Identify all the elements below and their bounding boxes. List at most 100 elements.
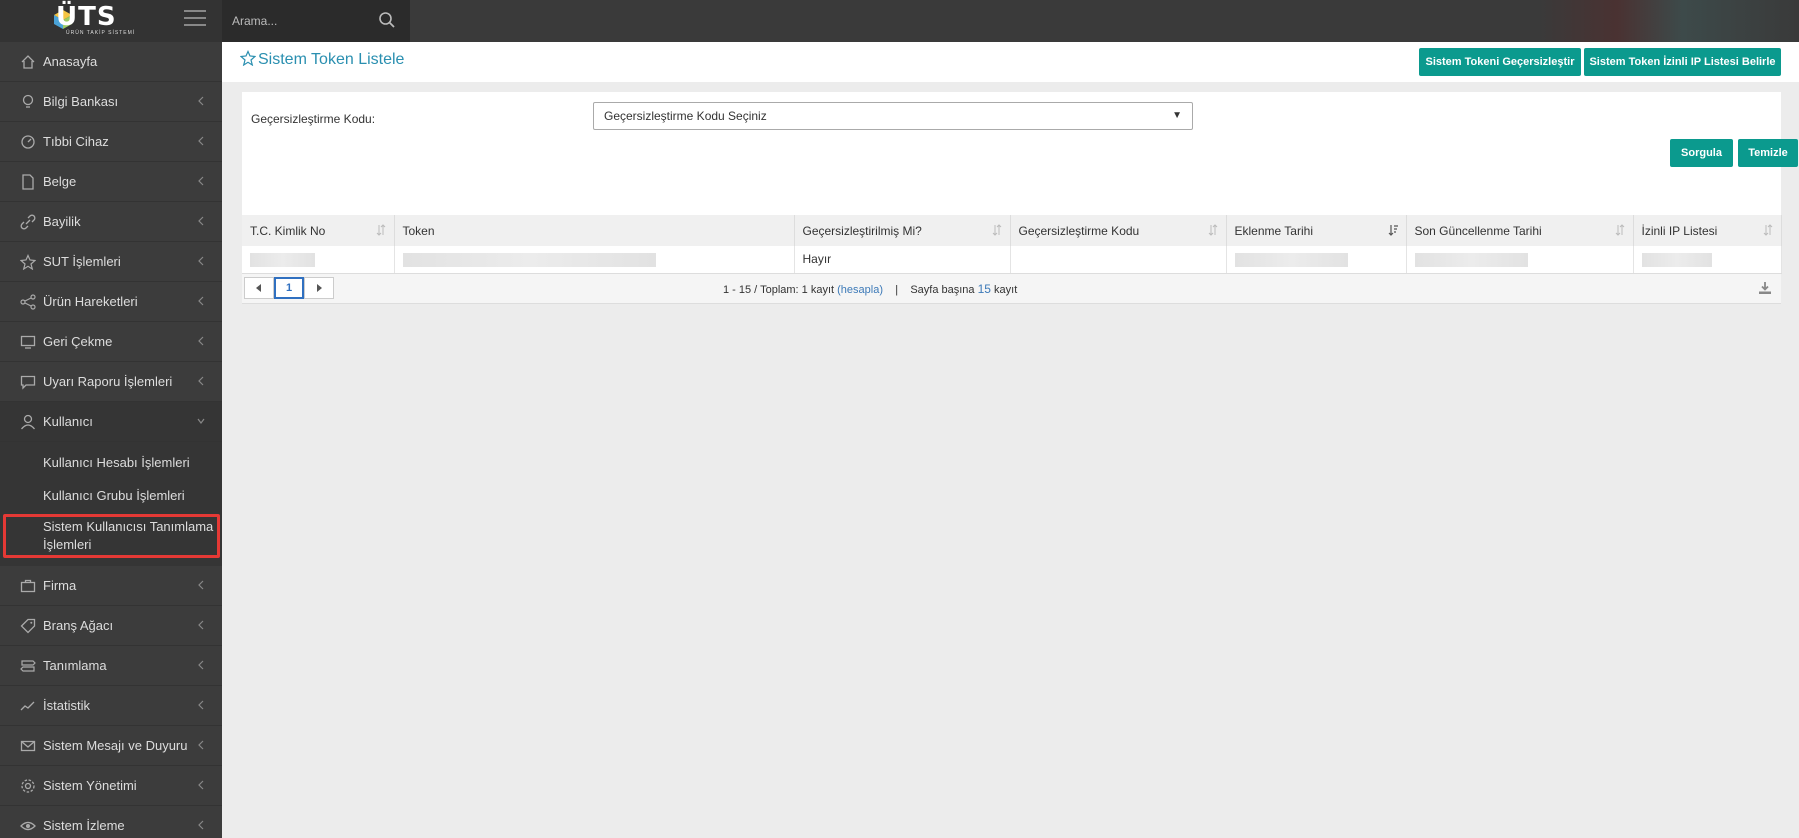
chevron-left-icon [198,620,204,630]
chevron-left-icon [198,740,204,750]
logo-subtitle: ÜRÜN TAKİP SİSTEMİ [66,30,136,36]
clear-button[interactable]: Temizle [1738,139,1798,167]
redacted-value [250,252,315,267]
sidebar-item-uyari-raporu[interactable]: Uyarı Raporu İşlemleri [0,362,222,402]
page-title-text: Sistem Token Listele [258,51,405,68]
sidebar-item-label: Branş Ağacı [43,618,114,633]
sidebar-item-brans-agaci[interactable]: Branş Ağacı [0,606,222,646]
sidebar-item-bilgi-bankasi[interactable]: Bilgi Bankası [0,82,222,122]
home-icon [21,55,35,69]
sidebar-item-tanimlama[interactable]: Tanımlama [0,646,222,686]
column-header-gecersizlestirme-kodu[interactable]: Geçersizleştirme Kodu [1010,215,1227,246]
current-page[interactable]: 1 [274,277,304,299]
record-range: 1 - 15 / Toplam: 1 kayıt [723,284,835,296]
chevron-left-icon [198,136,204,146]
sidebar-item-label: Sistem Yönetimi [43,778,137,793]
sidebar-item-belge[interactable]: Belge [0,162,222,202]
next-page-button[interactable] [304,277,334,299]
user-area[interactable] [1539,0,1799,42]
search-icon[interactable] [378,11,396,29]
invalidation-code-label: Geçersizleştirme Kodu: [251,112,376,126]
cell-gecersizlestirme-kodu [1010,246,1227,274]
sidebar-item-sut-islemleri[interactable]: SUT İşlemleri [0,242,222,282]
sidebar-item-kullanici[interactable]: Kullanıcı [0,402,222,442]
sidebar-item-geri-cekme[interactable]: Geri Çekme [0,322,222,362]
chevron-left-icon [198,700,204,710]
sidebar-item-sistem-mesaji[interactable]: Sistem Mesajı ve Duyuru [0,726,222,766]
sidebar-item-label: Tıbbi Cihaz [43,134,109,149]
caret-down-icon: ▼ [1172,110,1182,121]
chevron-left-icon [198,336,204,346]
sidebar-item-bayilik[interactable]: Bayilik [0,202,222,242]
hamburger-menu-icon[interactable] [184,10,206,28]
per-page-selector[interactable]: 15 [978,282,991,296]
column-header-token[interactable]: Token [394,215,795,246]
column-header-izinli-ip[interactable]: İzinli IP Listesi [1633,215,1782,246]
page-title[interactable]: Sistem Token Listele [240,50,404,69]
column-header-label: Eklenme Tarihi [1234,223,1313,238]
sort-icon[interactable] [992,224,1002,236]
table-row[interactable]: Hayır [242,246,1782,274]
invalidate-token-button[interactable]: Sistem Tokeni Geçersizleştir [1419,48,1581,76]
sidebar-item-label: İstatistik [43,698,90,713]
sidebar-item-sistem-izleme[interactable]: Sistem İzleme [0,806,222,838]
column-header-label: T.C. Kimlik No [250,223,326,238]
column-header-eklenme-tarihi[interactable]: Eklenme Tarihi [1226,215,1407,246]
sort-icon[interactable] [1208,224,1218,236]
top-bar: ÜTS ÜRÜN TAKİP SİSTEMİ [0,0,1799,42]
sidebar-subitem-kullanici-grubu[interactable]: Kullanıcı Grubu İşlemleri [0,479,222,512]
sidebar-subitem-kullanici-hesabi[interactable]: Kullanıcı Hesabı İşlemleri [0,446,222,479]
column-header-label: Geçersizleştirme Kodu [1018,223,1140,238]
sidebar: Anasayfa Bilgi Bankası Tıbbi Cihaz Belge… [0,42,222,838]
sidebar-item-firma[interactable]: Firma [0,566,222,606]
allowed-ip-list-button[interactable]: Sistem Token İzinli IP Listesi Belirle [1584,48,1781,76]
logo-area: ÜTS ÜRÜN TAKİP SİSTEMİ [0,0,222,42]
comment-icon [20,375,36,390]
chevron-left-icon [198,96,204,106]
sidebar-item-label: Sistem İzleme [43,818,125,833]
sort-icon[interactable] [1615,224,1625,236]
redacted-value [1414,252,1528,267]
sidebar-item-anasayfa[interactable]: Anasayfa [0,42,222,82]
column-header-son-guncellenme[interactable]: Son Güncellenme Tarihi [1406,215,1634,246]
sidebar-subitem-sistem-kullanicisi[interactable]: Sistem Kullanıcısı Tanımlama İşlemleri [3,514,220,558]
redacted-value [1641,252,1712,267]
chevron-left-icon [198,216,204,226]
main-content: Sistem Token Listele Sistem Tokeni Geçer… [222,42,1799,838]
column-header-tc-kimlik[interactable]: T.C. Kimlik No [242,215,395,246]
redacted-value [1234,252,1348,267]
caret-left-icon [256,284,261,292]
sidebar-item-tibbi-cihaz[interactable]: Tıbbi Cihaz [0,122,222,162]
caret-right-icon [317,284,322,292]
monitor-icon [20,335,36,349]
invalidation-code-select[interactable]: Geçersizleştirme Kodu Seçiniz ▼ [593,102,1193,130]
sidebar-item-sistem-yonetimi[interactable]: Sistem Yönetimi [0,766,222,806]
lightbulb-icon [22,94,34,108]
user-icon [20,414,36,430]
column-header-label: Son Güncellenme Tarihi [1414,223,1542,238]
chevron-left-icon [198,660,204,670]
logo[interactable]: ÜTS [56,2,117,32]
calculate-link[interactable]: (hesapla) [837,284,883,296]
kullanici-submenu: Kullanıcı Hesabı İşlemleri Kullanıcı Gru… [0,442,222,566]
sort-icon[interactable] [376,224,386,236]
prev-page-button[interactable] [244,277,274,299]
separator: | [895,284,899,296]
sort-icon[interactable] [1763,224,1773,236]
token-table: T.C. Kimlik No Token Geçersizleştirilmiş… [242,215,1782,274]
sort-desc-icon[interactable] [1388,224,1398,236]
star-icon[interactable] [240,50,256,66]
column-header-gecersizlestirilmis[interactable]: Geçersizleştirilmiş Mi? [794,215,1011,246]
sidebar-item-urun-hareketleri[interactable]: Ürün Hareketleri [0,282,222,322]
redacted-value [402,252,656,267]
download-icon[interactable] [1758,281,1772,295]
sidebar-item-istatistik[interactable]: İstatistik [0,686,222,726]
sidebar-item-label: Firma [43,578,77,593]
query-button[interactable]: Sorgula [1670,139,1733,167]
search-input[interactable] [232,10,372,32]
search-panel: Geçersizleştirme Kodu: Geçersizleştirme … [242,92,1798,304]
sidebar-item-label: Anasayfa [43,54,98,69]
table-header-row: T.C. Kimlik No Token Geçersizleştirilmiş… [242,215,1782,246]
link-icon [20,214,36,230]
sidebar-item-label: Sistem Mesajı ve Duyuru [43,738,188,753]
